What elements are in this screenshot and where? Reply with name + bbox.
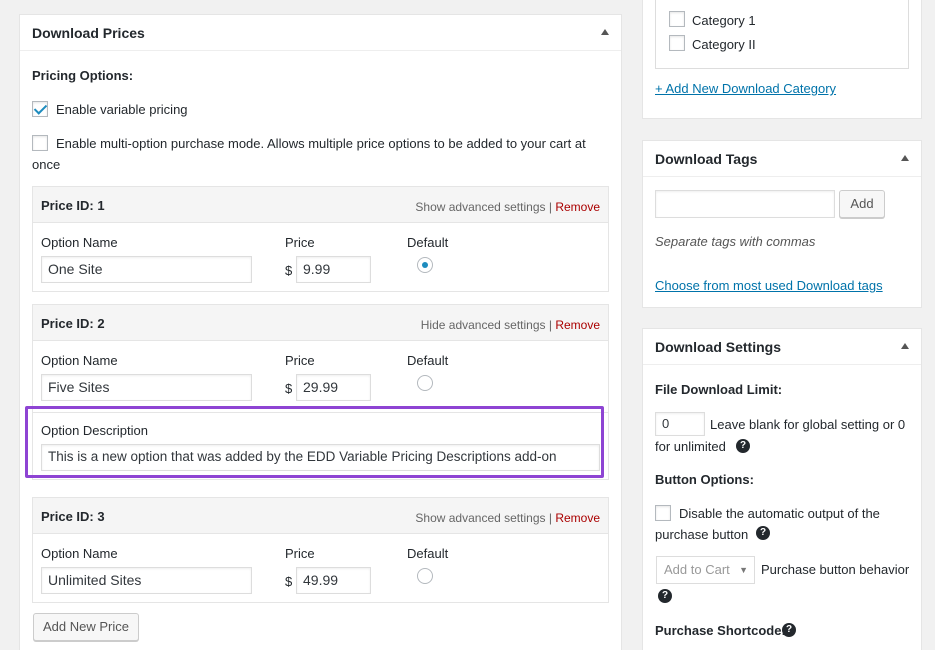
file-limit-hint-line1: Leave blank for global setting or 0: [710, 417, 906, 432]
advanced-settings-toggle[interactable]: Show advanced settings: [415, 511, 545, 525]
remove-price-link[interactable]: Remove: [555, 200, 600, 214]
option-name-label: Option Name: [41, 353, 118, 368]
option-name-label: Option Name: [41, 235, 118, 250]
collapse-arrow-icon[interactable]: [901, 343, 909, 349]
advanced-settings-toggle[interactable]: Show advanced settings: [415, 200, 545, 214]
default-label: Default: [407, 546, 449, 561]
purchase-behavior-select[interactable]: Add to Cart ▼: [656, 556, 755, 584]
enable-multi-option-label-line2: once: [32, 157, 61, 172]
collapse-arrow-icon[interactable]: [601, 29, 609, 35]
price-input[interactable]: 9.99: [296, 256, 371, 283]
enable-variable-pricing-label: Enable variable pricing: [56, 102, 188, 117]
chevron-down-icon: ▼: [739, 565, 748, 575]
purchase-behavior-label: Purchase button behavior: [761, 562, 910, 577]
price-row-header: Price ID: 2 Hide advanced settings | Rem…: [33, 305, 608, 341]
help-icon[interactable]: ?: [658, 589, 672, 603]
download-categories-panel: Category 1 Category II + Add New Downloa…: [642, 0, 922, 119]
price-row-header: Price ID: 1 Show advanced settings | Rem…: [33, 187, 608, 223]
default-radio[interactable]: [417, 568, 433, 584]
option-name-input[interactable]: Unlimited Sites: [41, 567, 252, 594]
disable-purchase-output-checkbox[interactable]: [655, 505, 671, 521]
price-row-links: Show advanced settings | Remove: [415, 511, 600, 525]
option-name-label: Option Name: [41, 546, 118, 561]
download-settings-panel: Download Settings File Download Limit: 0…: [642, 328, 922, 650]
price-row-links: Hide advanced settings | Remove: [421, 318, 600, 332]
enable-variable-pricing-checkbox[interactable]: [32, 101, 48, 117]
download-prices-header[interactable]: Download Prices: [20, 15, 621, 51]
help-icon[interactable]: ?: [782, 623, 796, 637]
price-label: Price: [285, 353, 315, 368]
collapse-arrow-icon[interactable]: [901, 155, 909, 161]
price-row: Price ID: 1 Show advanced settings | Rem…: [32, 186, 609, 292]
help-icon[interactable]: ?: [756, 526, 770, 540]
download-tags-panel: Download Tags Add Separate tags with com…: [642, 140, 922, 308]
option-name-input[interactable]: Five Sites: [41, 374, 252, 401]
price-row: Price ID: 3 Show advanced settings | Rem…: [32, 497, 609, 603]
choose-most-used-tags-link[interactable]: Choose from most used Download tags: [655, 278, 883, 293]
default-label: Default: [407, 353, 449, 368]
button-options-label: Button Options:: [655, 472, 754, 487]
option-description-highlight: [25, 406, 604, 478]
disable-output-line2: purchase button: [655, 527, 749, 542]
add-new-category-link[interactable]: + Add New Download Category: [655, 81, 836, 96]
purchase-behavior-value: Add to Cart: [664, 562, 730, 577]
category-label: Category 1: [692, 13, 756, 28]
price-label: Price: [285, 235, 315, 250]
link-separator: |: [548, 200, 552, 214]
file-download-limit-label: File Download Limit:: [655, 382, 783, 397]
download-tags-header[interactable]: Download Tags: [643, 141, 921, 177]
download-prices-panel: Download Prices Pricing Options: Enable …: [19, 14, 622, 650]
add-new-price-button[interactable]: Add New Price: [33, 613, 139, 641]
link-separator: |: [548, 318, 552, 332]
price-id-label: Price ID: 2: [41, 316, 105, 331]
price-id-label: Price ID: 3: [41, 509, 105, 524]
download-settings-header[interactable]: Download Settings: [643, 329, 921, 365]
pricing-options-label: Pricing Options:: [32, 68, 134, 83]
category-checkbox[interactable]: [669, 35, 685, 51]
file-limit-hint-line2: for unlimited: [655, 439, 726, 454]
enable-multi-option-label-line1: Enable multi-option purchase mode. Allow…: [56, 136, 586, 151]
currency-symbol: $: [285, 381, 293, 396]
default-radio[interactable]: [417, 375, 433, 391]
default-label: Default: [407, 235, 449, 250]
disable-output-line1: Disable the automatic output of the: [679, 506, 880, 521]
file-download-limit-input[interactable]: 0: [655, 412, 705, 436]
remove-price-link[interactable]: Remove: [555, 511, 600, 525]
add-tag-button[interactable]: Add: [839, 190, 885, 218]
help-icon[interactable]: ?: [736, 439, 750, 453]
category-checkbox[interactable]: [669, 11, 685, 27]
download-prices-title: Download Prices: [32, 25, 145, 41]
price-input[interactable]: 49.99: [296, 567, 371, 594]
price-label: Price: [285, 546, 315, 561]
category-label: Category II: [692, 37, 756, 52]
purchase-shortcode-label: Purchase Shortcode:: [655, 623, 786, 638]
price-row-header: Price ID: 3 Show advanced settings | Rem…: [33, 498, 608, 534]
download-tags-title: Download Tags: [655, 151, 758, 167]
download-settings-title: Download Settings: [655, 339, 781, 355]
price-id-label: Price ID: 1: [41, 198, 105, 213]
tags-input[interactable]: [655, 190, 835, 218]
currency-symbol: $: [285, 263, 293, 278]
price-row-links: Show advanced settings | Remove: [415, 200, 600, 214]
category-list-box: Category 1 Category II: [655, 0, 909, 69]
price-input[interactable]: 29.99: [296, 374, 371, 401]
link-separator: |: [548, 511, 552, 525]
currency-symbol: $: [285, 574, 293, 589]
advanced-settings-toggle[interactable]: Hide advanced settings: [421, 318, 546, 332]
option-name-input[interactable]: One Site: [41, 256, 252, 283]
enable-multi-option-checkbox[interactable]: [32, 135, 48, 151]
tags-hint: Separate tags with commas: [655, 234, 816, 249]
remove-price-link[interactable]: Remove: [555, 318, 600, 332]
default-radio[interactable]: [417, 257, 433, 273]
